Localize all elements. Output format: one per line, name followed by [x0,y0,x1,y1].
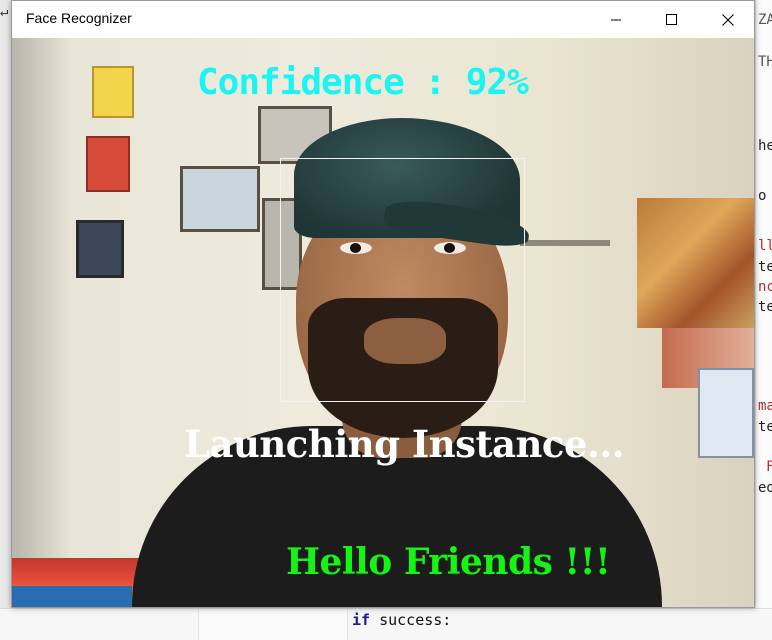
maximize-icon [666,13,677,25]
wall-frame [180,166,260,232]
camera-feed: Confidence : 92% Launching Instance... H… [12,38,754,607]
editor-fragment: o [758,188,767,204]
wall-shadow [12,38,72,607]
maximize-button[interactable] [644,1,700,38]
editor-fragment: ZA [758,12,772,28]
close-button[interactable] [700,1,756,38]
wall-photo [76,220,124,278]
face-recognizer-window: Face Recognizer Confidence: 92% Launchi… [11,0,755,608]
status-label: Launching Instance... [184,422,625,466]
editor-left-glyph: ↵ [0,4,9,20]
editor-fragment: he [758,138,772,154]
editor-fragment: ed [758,480,772,496]
editor-code-line[interactable]: if success: [352,611,451,629]
editor-fragment: ma [758,398,772,414]
wall-photo [86,136,130,192]
editor-fragment: F [766,459,772,475]
editor-fragment: te [758,419,772,435]
close-icon [722,13,734,26]
editor-fragment: nc [758,279,772,295]
wall-photo [92,66,134,118]
editor-fragment: TH [758,54,772,70]
editor-gutter [198,609,348,640]
desk-items [12,586,132,607]
greeting-label: Hello Friends !!! [286,541,611,583]
editor-fragment: te [758,299,772,315]
wall-poster [637,198,754,328]
confidence-label: Confidence : 92% [197,62,529,103]
editor-fragment: te [758,259,772,275]
code-keyword: if [352,611,371,629]
wall-hook-rail [520,240,610,246]
editor-fragment: ll [758,238,772,254]
editor-right-strip [755,0,772,639]
wall-calendar [698,368,754,458]
window-title: Face Recognizer [26,10,132,26]
face-detection-box [280,158,525,402]
code-text: success: [370,611,452,629]
minimize-icon [611,19,621,20]
title-bar[interactable]: Face Recognizer [12,1,754,38]
minimize-button[interactable] [588,1,644,38]
